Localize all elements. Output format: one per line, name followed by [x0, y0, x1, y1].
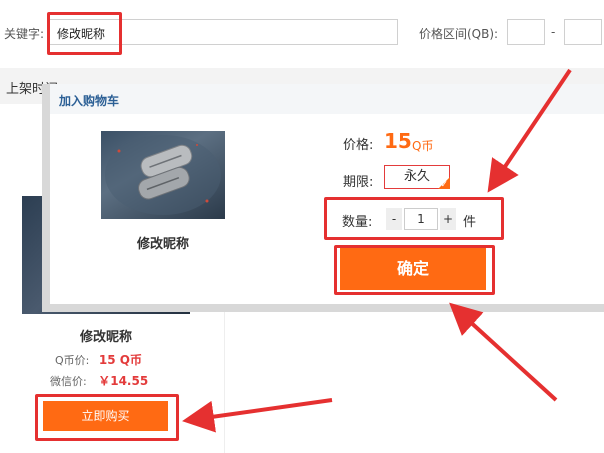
check-icon: ✓: [440, 180, 448, 190]
qb-price-row: Q币价: 15 Q币: [55, 351, 142, 368]
period-option-permanent[interactable]: 永久 ✓: [384, 165, 450, 190]
price-range-label: 价格区间(QB):: [419, 27, 499, 41]
period-value: 永久: [403, 169, 430, 184]
price-label: 价格:: [343, 138, 374, 153]
keyword-label: 关键字:: [4, 27, 45, 41]
modal-title: 加入购物车: [59, 94, 120, 108]
annotation-quantity-box: [324, 197, 504, 240]
annotation-keyword-box: [47, 12, 122, 55]
annotation-buy-box: [35, 394, 179, 441]
qb-price-label: Q币价:: [55, 354, 90, 367]
tag-dogtags-image: [105, 135, 221, 215]
qb-price-value: 15 Q币: [98, 353, 142, 367]
price-value: 15: [384, 129, 412, 153]
price-max-input[interactable]: [564, 19, 602, 45]
price-range-separator: -: [551, 25, 556, 39]
annotation-confirm-box: [334, 245, 495, 295]
arrow-to-confirm: [449, 302, 558, 402]
modal-header: 加入购物车: [50, 84, 604, 114]
wx-price-label: 微信价:: [50, 375, 87, 388]
product-image: [101, 131, 225, 219]
period-label: 期限:: [343, 175, 374, 190]
modal-product-name: 修改昵称: [136, 237, 189, 252]
price-unit: Q币: [412, 139, 434, 153]
price-min-input[interactable]: [507, 19, 545, 45]
wx-price-value: ￥14.55: [98, 374, 149, 388]
product-name: 修改昵称: [79, 330, 132, 345]
add-to-cart-modal: 加入购物车 修改昵称 价格: 15 Q币 期限: 永久 ✓ 数量: - 1 + …: [50, 84, 604, 304]
wx-price-row: 微信价: ￥14.55: [50, 372, 148, 389]
